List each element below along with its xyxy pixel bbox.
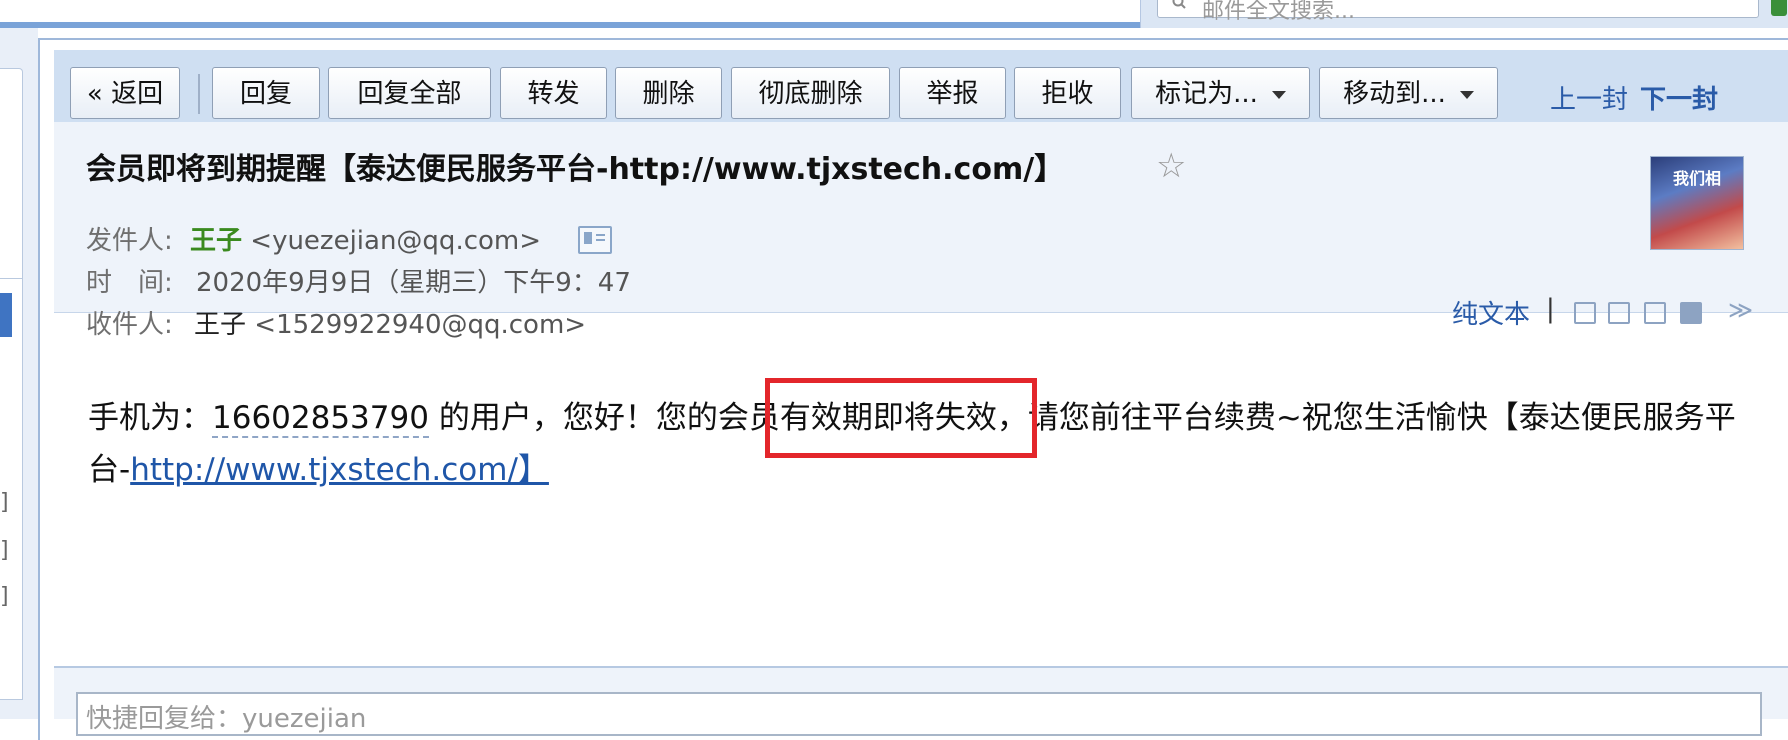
header-separator: | [1546,294,1555,324]
left-bracket-icon: ] [0,490,9,515]
back-button[interactable]: « 返回 [70,67,180,119]
prev-mail-link[interactable]: 上一封 [1550,79,1628,116]
forward-button[interactable]: 转发 [500,67,607,119]
quick-reply-input[interactable]: 快捷回复给：yuezejian [76,692,1762,736]
expand-chevron-icon[interactable]: ≫ [1728,296,1753,324]
phone-number[interactable]: 16602853790 [212,400,429,438]
permanent-delete-button[interactable]: 彻底删除 [731,67,890,119]
avatar[interactable]: 我们相 [1650,156,1744,250]
next-mail-link[interactable]: 下一封 [1640,79,1718,116]
left-card [0,68,23,300]
note-icon[interactable] [1608,302,1630,324]
print-icon[interactable] [1680,302,1702,324]
delete-button[interactable]: 删除 [615,67,722,119]
body-text-1: 手机为： [88,400,212,436]
to-label: 收件人: [86,310,173,340]
from-label: 发件人: [86,226,173,256]
quick-reply-placeholder: 快捷回复给：yuezejian [86,704,367,734]
mark-as-label: 标记为... [1155,79,1258,109]
left-selected-item[interactable] [0,293,12,337]
left-folder-list [0,278,23,700]
reply-all-button[interactable]: 回复全部 [328,67,491,119]
mark-as-dropdown[interactable]: 标记为... [1131,67,1310,119]
mail-subject: 会员即将到期提醒【泰达便民服务平台-http://www.tjxstech.co… [86,152,1065,187]
left-bracket-icon: ] [0,538,9,563]
star-icon[interactable]: ☆ [1156,146,1186,186]
chevron-down-icon [1459,90,1474,99]
reject-button[interactable]: 拒收 [1014,67,1121,119]
report-button[interactable]: 举报 [899,67,1006,119]
avatar-text: 我们相 [1673,169,1722,188]
highlight-box [765,378,1037,458]
body-link[interactable]: http://www.tjxstech.com/】 [130,452,549,488]
left-bracket-icon: ] [0,584,9,609]
search-input[interactable]: 邮件全文搜索... [1157,0,1759,24]
time-value: 2020年9月9日（星期三）下午9：47 [196,268,631,298]
search-area: 邮件全文搜索... [1140,0,1788,28]
contact-card-icon[interactable] [578,226,612,254]
download-icon[interactable] [1644,302,1666,324]
sender: 王子 <yuezejian@qq.com> [190,220,541,257]
reply-button[interactable]: 回复 [212,67,320,119]
move-to-label: 移动到... [1343,79,1446,109]
sender-email: <yuezejian@qq.com> [250,226,542,256]
plain-text-link[interactable]: 纯文本 [1452,294,1530,331]
search-icon [1172,0,1186,9]
toolbar-separator [198,74,200,114]
recipient-email: <1529922940@qq.com> [254,310,587,340]
recipient: 王子 <1529922940@qq.com> [194,304,586,341]
recipient-name[interactable]: 王子 [194,310,246,340]
move-to-dropdown[interactable]: 移动到... [1319,67,1498,119]
search-placeholder: 邮件全文搜索... [1202,0,1355,24]
menu-icon[interactable] [1771,0,1787,16]
sender-name[interactable]: 王子 [190,226,242,256]
chevron-down-icon [1271,90,1286,99]
left-panel: ] ] ] [0,28,38,719]
time-label: 时 间: [86,268,173,298]
new-window-icon[interactable] [1574,302,1596,324]
